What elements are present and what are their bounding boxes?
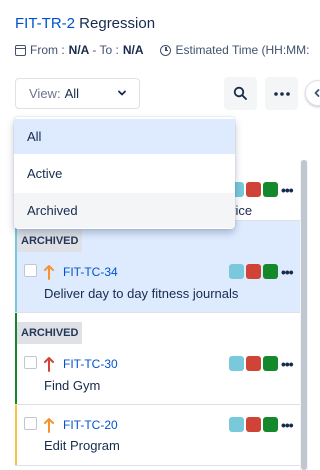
search-button[interactable]	[224, 77, 257, 110]
status-swatch	[263, 264, 278, 279]
card-more-button[interactable]: •••	[281, 264, 294, 280]
priority-high-icon	[44, 357, 54, 372]
view-filter-select[interactable]: View: All	[15, 78, 140, 109]
chevron-left-icon	[314, 89, 320, 97]
test-run-name: Regression	[79, 15, 156, 32]
test-case-summary: Edit Program	[44, 438, 120, 453]
clock-icon	[160, 44, 172, 56]
archived-tag: ARCHIVED	[17, 322, 83, 344]
view-filter-menu: All Active Archived	[14, 117, 235, 229]
priority-medium-icon	[44, 265, 54, 280]
menu-item-all[interactable]: All	[14, 119, 235, 154]
test-case-summary: Deliver day to day fitness journals	[44, 286, 239, 301]
card-status-bar	[15, 405, 17, 465]
more-actions-button[interactable]	[265, 77, 298, 110]
test-case-checkbox[interactable]	[24, 356, 37, 369]
test-case-summary: Find Gym	[44, 378, 101, 393]
test-case-card[interactable]: ARCHIVED FIT-TC-30 ••• Find Gym	[15, 313, 301, 405]
more-icon	[273, 91, 290, 96]
test-case-checkbox[interactable]	[24, 417, 37, 430]
search-icon	[233, 86, 247, 100]
status-swatch	[229, 417, 244, 432]
menu-item-archived[interactable]: Archived	[14, 193, 235, 228]
chevron-down-icon	[118, 90, 126, 96]
test-case-key[interactable]: FIT-TC-20	[63, 418, 118, 432]
card-more-button[interactable]: •••	[281, 356, 294, 372]
collapse-panel-button[interactable]	[305, 80, 320, 106]
estimated-time-label: Estimated Time (HH:MM:	[175, 43, 310, 57]
card-more-button[interactable]: •••	[281, 182, 294, 198]
page-title: FIT-TR-2 Regression	[15, 15, 155, 32]
card-more-button[interactable]: •••	[281, 417, 294, 433]
from-label: From :	[30, 43, 65, 57]
status-swatch	[246, 182, 261, 197]
to-label: - To :	[92, 43, 119, 57]
status-swatch	[229, 264, 244, 279]
view-label: View:	[29, 86, 61, 101]
status-swatch	[246, 264, 261, 279]
view-value: All	[64, 86, 80, 101]
test-run-key[interactable]: FIT-TR-2	[15, 15, 75, 32]
test-case-checkbox[interactable]	[24, 264, 37, 277]
priority-medium-icon	[44, 418, 54, 433]
status-swatch	[263, 182, 278, 197]
from-value: N/A	[68, 43, 90, 57]
status-swatch	[229, 356, 244, 371]
run-meta: From : N/A - To : N/A Estimated Time (HH…	[15, 43, 310, 57]
menu-item-active[interactable]: Active	[14, 156, 235, 191]
test-case-card[interactable]: ARCHIVED FIT-TC-34 ••• Deliver day to da…	[15, 221, 301, 313]
test-case-key[interactable]: FIT-TC-30	[63, 357, 118, 371]
test-case-card[interactable]: FIT-TC-20 ••• Edit Program	[15, 405, 301, 466]
status-swatch	[246, 417, 261, 432]
archived-tag: ARCHIVED	[17, 230, 83, 252]
status-swatch	[246, 356, 261, 371]
to-value: N/A	[122, 43, 144, 57]
scrollbar-thumb[interactable]	[301, 160, 307, 470]
calendar-icon	[15, 44, 26, 56]
status-swatch	[263, 417, 278, 432]
status-swatch	[263, 356, 278, 371]
test-case-key[interactable]: FIT-TC-34	[63, 265, 118, 279]
